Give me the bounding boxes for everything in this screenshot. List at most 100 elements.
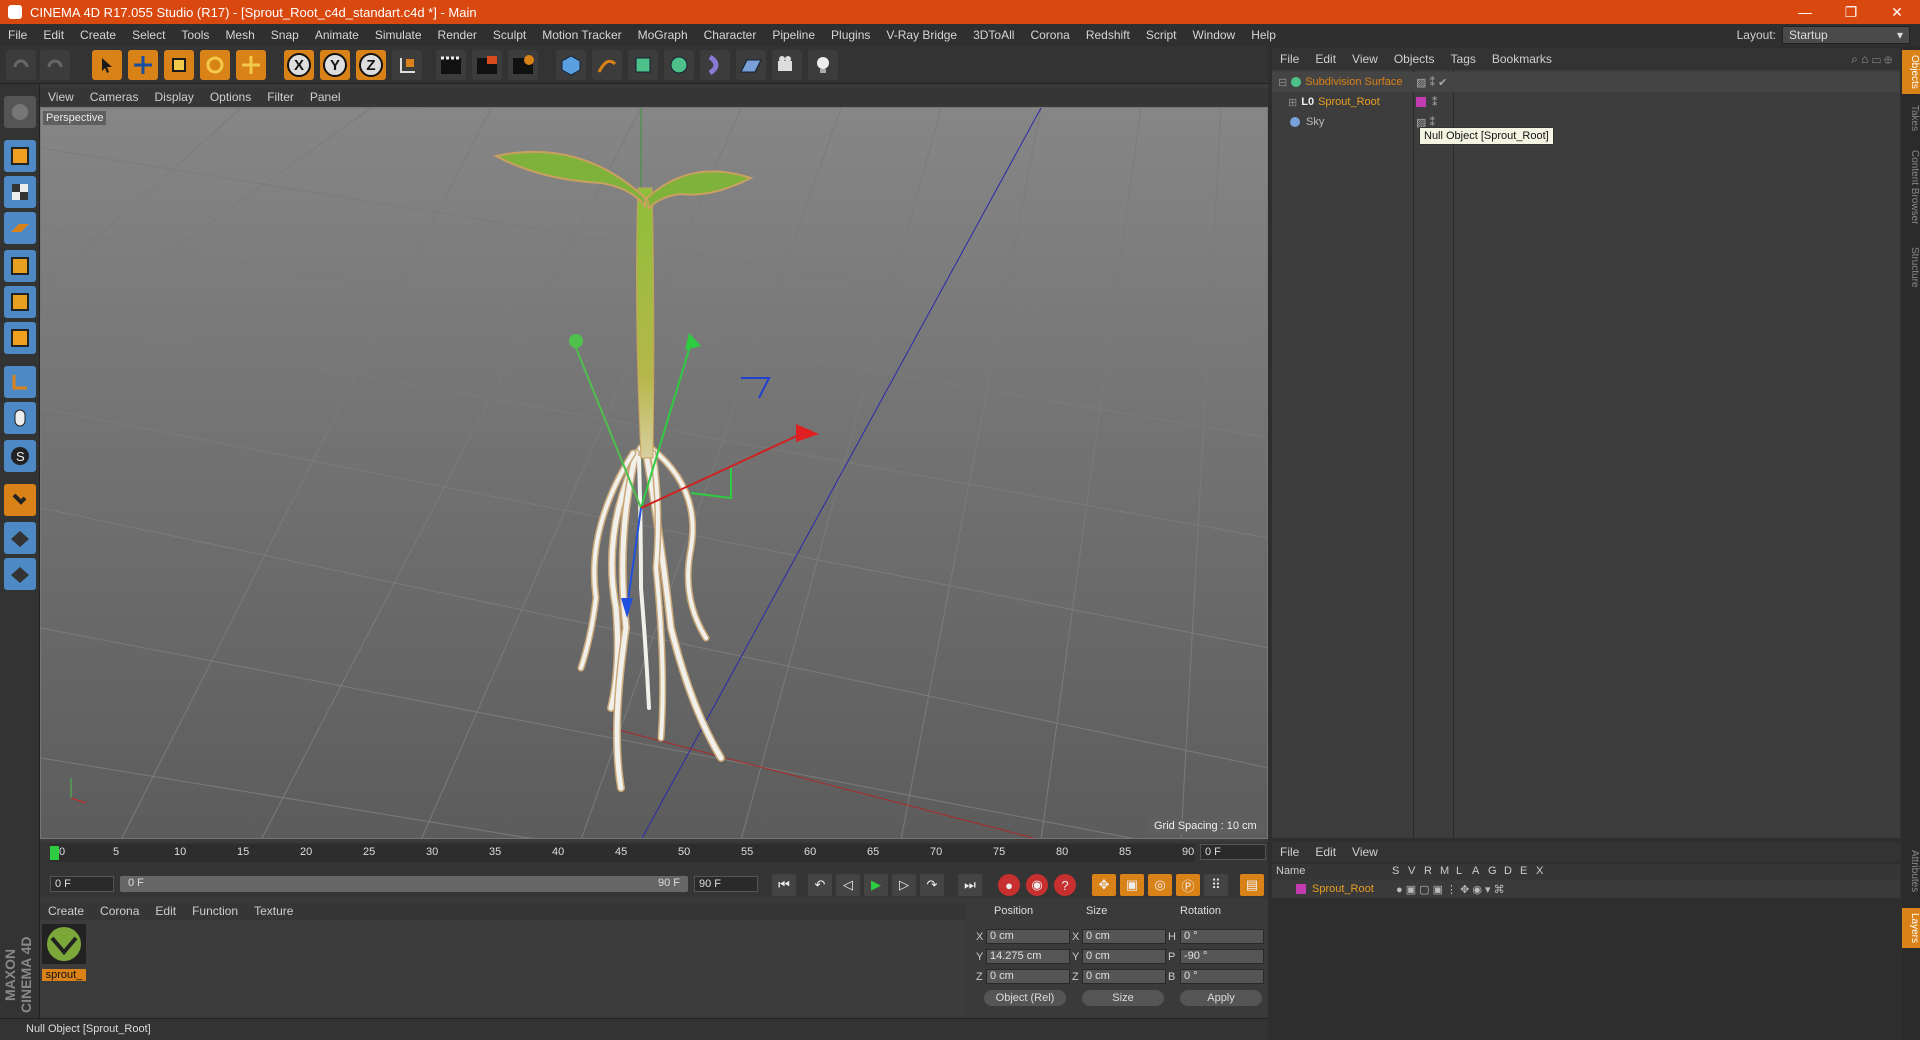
layout-dropdown[interactable]: Startup ▾ [1782,26,1910,44]
points-mode-icon[interactable] [4,250,36,282]
objects-menu-objects[interactable]: Objects [1386,52,1443,66]
redo-icon[interactable] [40,50,70,80]
apply-button[interactable]: Apply [1180,990,1262,1006]
play-icon[interactable]: ▶ [864,874,888,896]
menu-help[interactable]: Help [1243,28,1284,42]
menu-character[interactable]: Character [696,28,765,42]
model-mode-icon[interactable] [4,140,36,172]
go-to-prev-keyframe-icon[interactable]: ↶ [808,874,832,896]
workplane-snap-icon[interactable] [4,558,36,590]
objects-menu-tags[interactable]: Tags [1443,52,1484,66]
playhead-marker[interactable] [50,846,59,860]
texture-mode-icon[interactable] [4,176,36,208]
tree-collapse-icon[interactable]: ⊟ [1278,76,1287,89]
menu-sculpt[interactable]: Sculpt [485,28,534,42]
layers-menu-file[interactable]: File [1272,845,1307,859]
tree-expand-icon[interactable]: ⊞ [1288,96,1297,109]
camera-icon[interactable] [772,50,802,80]
pen-spline-icon[interactable] [592,50,622,80]
edges-mode-icon[interactable] [4,286,36,318]
viewport-menu-view[interactable]: View [40,90,82,104]
objects-menu-file[interactable]: File [1272,52,1307,66]
visibility-dots-icon[interactable]: ⁑ [1432,96,1438,109]
size-y-field[interactable]: 0 cm [1082,949,1166,964]
timeline-window-icon[interactable]: ▤ [1240,874,1264,896]
menu-corona[interactable]: Corona [1022,28,1077,42]
viewport-menu-cameras[interactable]: Cameras [82,90,147,104]
visibility-toggle-icon[interactable]: ▨ ⁑ ✔ [1416,76,1447,89]
menu-window[interactable]: Window [1185,28,1244,42]
axis-mode-icon[interactable] [4,366,36,398]
material-swatch[interactable]: sprout_ [42,924,86,984]
size-x-field[interactable]: 0 cm [1082,929,1166,944]
object-name-sky[interactable]: Sky [1306,116,1324,128]
end-frame-field[interactable]: 90 F [694,876,758,892]
render-view-icon[interactable] [436,50,466,80]
tab-layers[interactable]: Layers [1902,908,1920,948]
viewport-menu-filter[interactable]: Filter [259,90,302,104]
layer-name-sprout-root[interactable]: Sprout_Root [1312,883,1374,895]
layers-menu-view[interactable]: View [1344,845,1386,859]
record-parameter-icon[interactable]: Ⓟ [1176,874,1200,896]
object-row[interactable]: ⊟ Subdivision Surface ▨ ⁑ ✔ [1272,72,1900,92]
cloner-icon[interactable] [664,50,694,80]
coordinate-system-icon[interactable] [392,50,422,80]
frame-range-slider[interactable]: 0 F 90 F [120,876,688,892]
menu-pipeline[interactable]: Pipeline [764,28,823,42]
menu-animate[interactable]: Animate [307,28,367,42]
menu-motion-tracker[interactable]: Motion Tracker [534,28,629,42]
menu-create[interactable]: Create [72,28,124,42]
menu-mesh[interactable]: Mesh [217,28,262,42]
rot-b-field[interactable]: 0 ° [1180,969,1264,984]
material-menu-texture[interactable]: Texture [246,904,301,918]
record-scale-icon[interactable]: ▣ [1120,874,1144,896]
step-back-icon[interactable]: ◁ [836,874,860,896]
record-point-level-icon[interactable]: ⠿ [1204,874,1228,896]
x-axis-lock-button[interactable]: X [284,50,314,80]
material-menu-function[interactable]: Function [184,904,246,918]
pos-z-field[interactable]: 0 cm [986,969,1070,984]
menu-render[interactable]: Render [430,28,485,42]
object-row[interactable]: ⊞ L0 Sprout_Root ⁑ [1272,92,1900,112]
keyframe-selection-icon[interactable]: ? [1054,874,1076,896]
tweak-mode-icon[interactable] [4,402,36,434]
live-selection-icon[interactable] [236,50,266,80]
solo-mode-icon[interactable]: S [4,440,36,472]
tab-content-browser[interactable]: Content Browser [1902,142,1920,232]
render-settings-icon[interactable] [508,50,538,80]
deformer-icon[interactable] [700,50,730,80]
record-rotation-icon[interactable]: ◎ [1148,874,1172,896]
viewport-menu-options[interactable]: Options [202,90,259,104]
objects-menu-bookmarks[interactable]: Bookmarks [1484,52,1560,66]
undo-icon[interactable] [6,50,36,80]
objects-menu-view[interactable]: View [1344,52,1386,66]
light-icon[interactable] [808,50,838,80]
record-active-objects-icon[interactable]: ● [998,874,1020,896]
viewport-scene[interactable] [41,108,1268,839]
menu-script[interactable]: Script [1138,28,1185,42]
tab-structure[interactable]: Structure [1902,240,1920,294]
search-icon[interactable]: ⌕ ⌂ ▭ ⊕ [1851,52,1900,67]
current-frame-field[interactable]: 0 F [1200,844,1266,860]
menu-simulate[interactable]: Simulate [367,28,430,42]
layer-toggles-icon[interactable]: ● ▣ ▢ ▣ ⋮ ✥ ◉ ▾ ⌘ [1396,883,1505,896]
object-name-subdivision[interactable]: Subdivision Surface [1305,76,1402,88]
objects-menu-edit[interactable]: Edit [1307,52,1344,66]
z-axis-lock-button[interactable]: Z [356,50,386,80]
workplane-mode-icon[interactable] [4,212,36,244]
go-to-next-keyframe-icon[interactable]: ↷ [920,874,944,896]
menu-plugins[interactable]: Plugins [823,28,878,42]
go-to-end-icon[interactable]: ⏭ [958,874,982,896]
floor-icon[interactable] [736,50,766,80]
menu-file[interactable]: File [0,28,35,42]
object-name-sprout-root[interactable]: Sprout_Root [1318,96,1380,108]
cube-object-icon[interactable] [556,50,586,80]
select-arrow-icon[interactable] [92,50,122,80]
autokeying-icon[interactable]: ◉ [1026,874,1048,896]
workplane-lock-icon[interactable] [4,522,36,554]
menu-redshift[interactable]: Redshift [1078,28,1138,42]
material-menu-corona[interactable]: Corona [92,904,147,918]
material-menu-edit[interactable]: Edit [147,904,184,918]
rot-p-field[interactable]: -90 ° [1180,949,1264,964]
move-tool-icon[interactable] [128,50,158,80]
